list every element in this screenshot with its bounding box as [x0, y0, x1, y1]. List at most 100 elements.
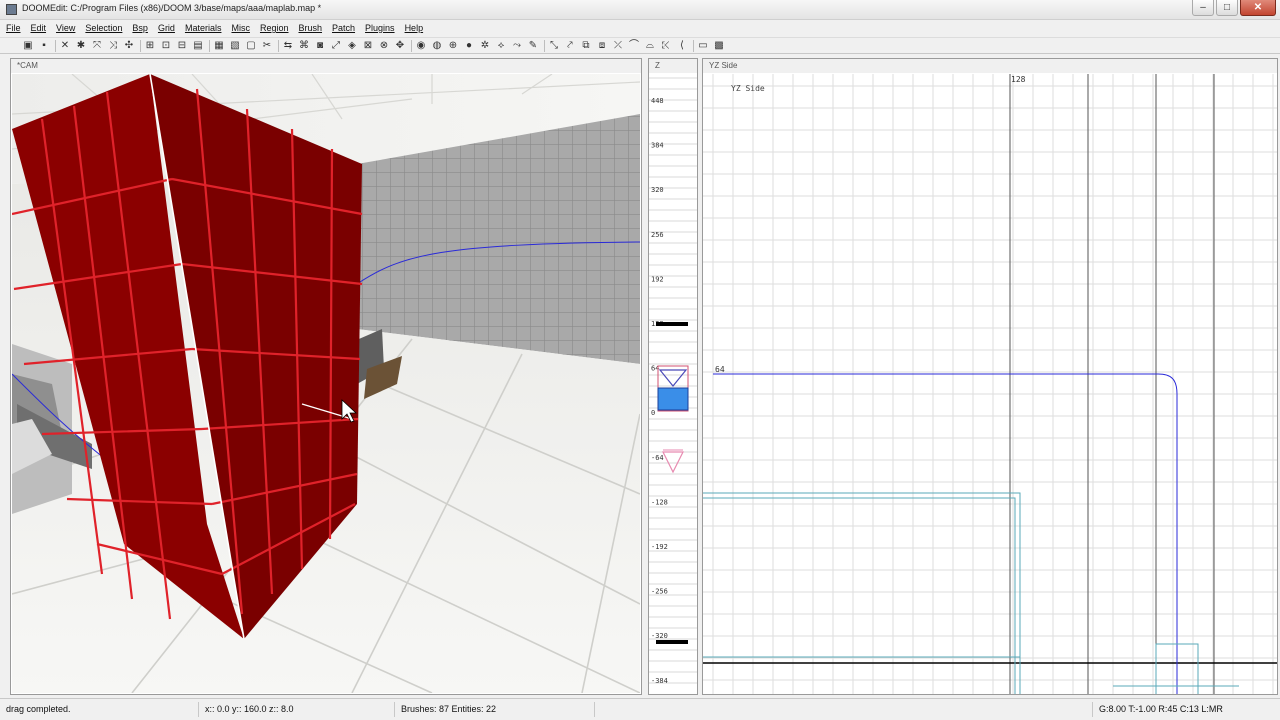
change-views-icon[interactable]: ⇆ — [282, 40, 294, 52]
menu-bar: File Edit View Selection Bsp Grid Materi… — [0, 20, 1280, 36]
menu-edit[interactable]: Edit — [31, 23, 47, 33]
spline-icon[interactable]: ⟡ — [495, 40, 507, 52]
status-coordinates: x:: 0.0 y:: 160.0 z:: 8.0 — [198, 702, 394, 717]
z-tick-label: 0 — [651, 409, 655, 417]
status-bar: drag completed. x:: 0.0 y:: 160.0 z:: 8.… — [0, 698, 1280, 720]
stairs-icon[interactable]: ⧈ — [596, 40, 608, 52]
z-tick-label: 192 — [651, 275, 664, 283]
yz-panel: YZ Side YZ Side 128 64 — [702, 58, 1278, 695]
status-message: drag completed. — [6, 704, 71, 714]
window-controls: – □ ✕ — [1190, 0, 1276, 18]
close-button[interactable]: ✕ — [1240, 0, 1276, 16]
z-tick-label: -320 — [651, 632, 668, 640]
z-camera-icon — [657, 365, 689, 412]
z-tick-label: -192 — [651, 543, 668, 551]
toolbar-separator — [411, 40, 412, 52]
menu-help[interactable]: Help — [405, 23, 424, 33]
z-view-label: Z — [649, 59, 697, 73]
rotate-x-icon[interactable]: ⤧ — [91, 40, 103, 52]
yz-selected-curve — [713, 373, 1178, 694]
toolbar: ▣ ▪ ✕ ✱ ⤧ ⤨ ✣ ⊞ ⊡ ⊟ ▤ ▦ ▧ ▢ ✂ ⇆ ⌘ ◙ ⤢ ◈ ⊠ ⊗ ✥ ◉ ◍ ⊕ ● ✲ ⟡ ⤳ ✎ ⤡ ⤤ ⧉ ⧈ ⤫ ⌒ ⌓ ⤪ ⟨… — [0, 37, 1280, 54]
yz-inner-label: YZ Side — [731, 84, 765, 93]
camera-view-label: *CAM — [11, 59, 641, 73]
sweep-icon[interactable]: ⤪ — [660, 40, 672, 52]
menu-region[interactable]: Region — [260, 23, 289, 33]
select-inside-icon[interactable]: ▤ — [192, 40, 204, 52]
yz-y-label: 64 — [715, 365, 725, 374]
menu-plugins[interactable]: Plugins — [365, 23, 395, 33]
camera-viewport[interactable] — [12, 74, 640, 693]
toolbar-separator — [140, 40, 141, 52]
yz-brush-outlines — [703, 492, 1239, 694]
csg-merge-icon[interactable]: ▧ — [229, 40, 241, 52]
entity-icon[interactable]: ◈ — [346, 40, 358, 52]
patch-bend-icon[interactable]: ◍ — [431, 40, 443, 52]
cubic-clip-icon[interactable]: ✲ — [479, 40, 491, 52]
toolbar-separator — [209, 40, 210, 52]
menu-bsp[interactable]: Bsp — [132, 23, 148, 33]
open-icon[interactable]: ▣ — [22, 40, 34, 52]
path-icon[interactable]: ⤫ — [612, 40, 624, 52]
curve-edit-icon[interactable]: ⤳ — [511, 40, 523, 52]
z-viewport[interactable]: 448384320256192128640-64-128-192-256-320… — [649, 74, 697, 694]
z-ruler: 448384320256192128640-64-128-192-256-320… — [649, 77, 697, 685]
yz-view-header: YZ Side — [703, 59, 1277, 73]
camera-render — [12, 74, 640, 693]
patch-insert-icon[interactable]: ⊕ — [447, 40, 459, 52]
app-icon — [6, 4, 17, 15]
patch-icon[interactable]: ◉ — [415, 40, 427, 52]
minimize-button[interactable]: – — [1192, 0, 1214, 16]
arc-icon[interactable]: ⌒ — [628, 40, 640, 52]
z-tick-label: 256 — [651, 231, 664, 239]
toolbar-separator — [55, 40, 56, 52]
menu-misc[interactable]: Misc — [231, 23, 250, 33]
z-tick-label: -64 — [651, 454, 664, 462]
status-counts: Brushes: 87 Entities: 22 — [394, 702, 594, 717]
csg-subtract-icon[interactable]: ▦ — [213, 40, 225, 52]
status-grid-info: G:8.00 T:-1.00 R:45 C:13 L:MR — [1092, 702, 1272, 717]
render-icon[interactable]: ▩ — [713, 40, 725, 52]
flip-y-icon[interactable]: ✱ — [75, 40, 87, 52]
light-icon[interactable]: ● — [463, 40, 475, 52]
menu-selection[interactable]: Selection — [85, 23, 122, 33]
z-panel: Z 448384320256192128640-64-128-192-256-3… — [648, 58, 698, 695]
frame-icon[interactable]: ▭ — [697, 40, 709, 52]
z-tick-label: -256 — [651, 588, 668, 596]
select-mode-icon[interactable]: ⤡ — [548, 40, 560, 52]
save-icon[interactable]: ▪ — [38, 40, 50, 52]
menu-brush[interactable]: Brush — [299, 23, 323, 33]
drag-edges-icon[interactable]: ⊠ — [362, 40, 374, 52]
pen-icon[interactable]: ✎ — [527, 40, 539, 52]
yz-viewport[interactable]: YZ Side 128 64 — [703, 74, 1277, 694]
select-touching-icon[interactable]: ⊡ — [160, 40, 172, 52]
drag-vertices-icon[interactable]: ⊗ — [378, 40, 390, 52]
group-icon[interactable]: ⧉ — [580, 40, 592, 52]
select-partial-tall-icon[interactable]: ⊟ — [176, 40, 188, 52]
menu-grid[interactable]: Grid — [158, 23, 175, 33]
z-tick-label: 448 — [651, 97, 664, 105]
select-complete-tall-icon[interactable]: ⊞ — [144, 40, 156, 52]
camera-icon[interactable]: ◙ — [314, 40, 326, 52]
z-tick-label: -128 — [651, 498, 668, 506]
trim-icon[interactable]: ⌓ — [644, 40, 656, 52]
back-icon[interactable]: ⟨ — [676, 40, 688, 52]
flip-x-icon[interactable]: ✕ — [59, 40, 71, 52]
menu-view[interactable]: View — [56, 23, 75, 33]
z-lower-marker — [656, 640, 688, 644]
app-window: DOOMEdit: C:/Program Files (x86)/DOOM 3/… — [0, 0, 1280, 720]
maximize-button[interactable]: □ — [1216, 0, 1238, 16]
texture-lock-icon[interactable]: ⌘ — [298, 40, 310, 52]
menu-file[interactable]: File — [6, 23, 21, 33]
scale-icon[interactable]: ⤢ — [330, 40, 342, 52]
z-light-icon — [662, 449, 684, 474]
hollow-icon[interactable]: ▢ — [245, 40, 257, 52]
move-icon[interactable]: ✥ — [394, 40, 406, 52]
yz-x-label: 128 — [1011, 75, 1026, 84]
menu-patch[interactable]: Patch — [332, 23, 355, 33]
rotate-z-icon[interactable]: ✣ — [123, 40, 135, 52]
toolbar-separator — [693, 40, 694, 52]
menu-materials[interactable]: Materials — [185, 23, 222, 33]
rotate-y-icon[interactable]: ⤨ — [107, 40, 119, 52]
connect-icon[interactable]: ⤤ — [564, 40, 576, 52]
clipper-icon[interactable]: ✂ — [261, 40, 273, 52]
